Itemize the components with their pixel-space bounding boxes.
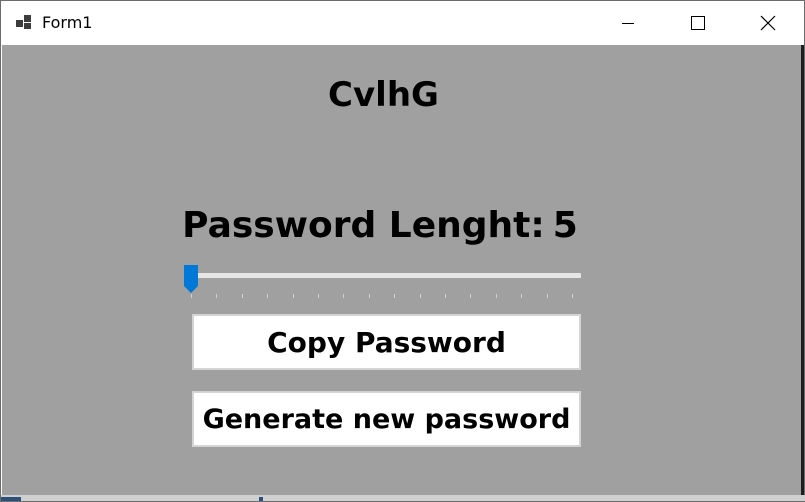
slider-tick (292, 294, 294, 298)
slider-tick (521, 294, 523, 298)
slider-tick (419, 294, 421, 298)
slider-tick (318, 294, 319, 298)
close-button[interactable] (733, 1, 803, 45)
minimize-icon (622, 23, 634, 24)
taskbar-segment (259, 497, 263, 501)
slider-thumb[interactable] (183, 264, 199, 294)
slider-tick (267, 294, 269, 298)
taskbar-segment (1, 497, 21, 501)
minimize-button[interactable] (593, 1, 663, 45)
window-title: Form1 (42, 13, 93, 32)
slider-tick (470, 294, 472, 298)
maximize-button[interactable] (663, 1, 733, 45)
slider-tick (368, 294, 370, 298)
length-value: 5 (552, 205, 578, 246)
slider-tick (216, 294, 218, 298)
slider-tick (343, 294, 345, 298)
window-edge (801, 45, 804, 497)
form-client-area: CvlhG Password Lenght: 5 Copy Password Ge… (2, 45, 803, 495)
winforms-app-icon (16, 15, 31, 29)
app-window: Form1 CvlhG Password Lenght: 5 Copy Pass… (0, 0, 805, 502)
generate-password-button[interactable]: Generate new password (192, 391, 581, 447)
length-label-text: Password Lenght: (182, 205, 545, 246)
generated-password: CvlhG (328, 75, 439, 115)
slider-track[interactable] (187, 273, 581, 278)
title-bar[interactable]: Form1 (1, 1, 804, 45)
maximize-icon (691, 16, 705, 30)
password-length-slider[interactable] (182, 261, 584, 301)
slider-tick (445, 294, 446, 298)
slider-tick (546, 294, 548, 298)
slider-tick (572, 294, 573, 298)
slider-tick (241, 294, 243, 298)
slider-tick (191, 294, 192, 298)
slider-tick (394, 294, 396, 298)
close-icon (760, 15, 776, 31)
password-length-label: Password Lenght: 5 (152, 204, 608, 248)
copy-password-button[interactable]: Copy Password (192, 314, 581, 370)
taskbar-strip (1, 495, 805, 501)
slider-tick (495, 294, 497, 298)
